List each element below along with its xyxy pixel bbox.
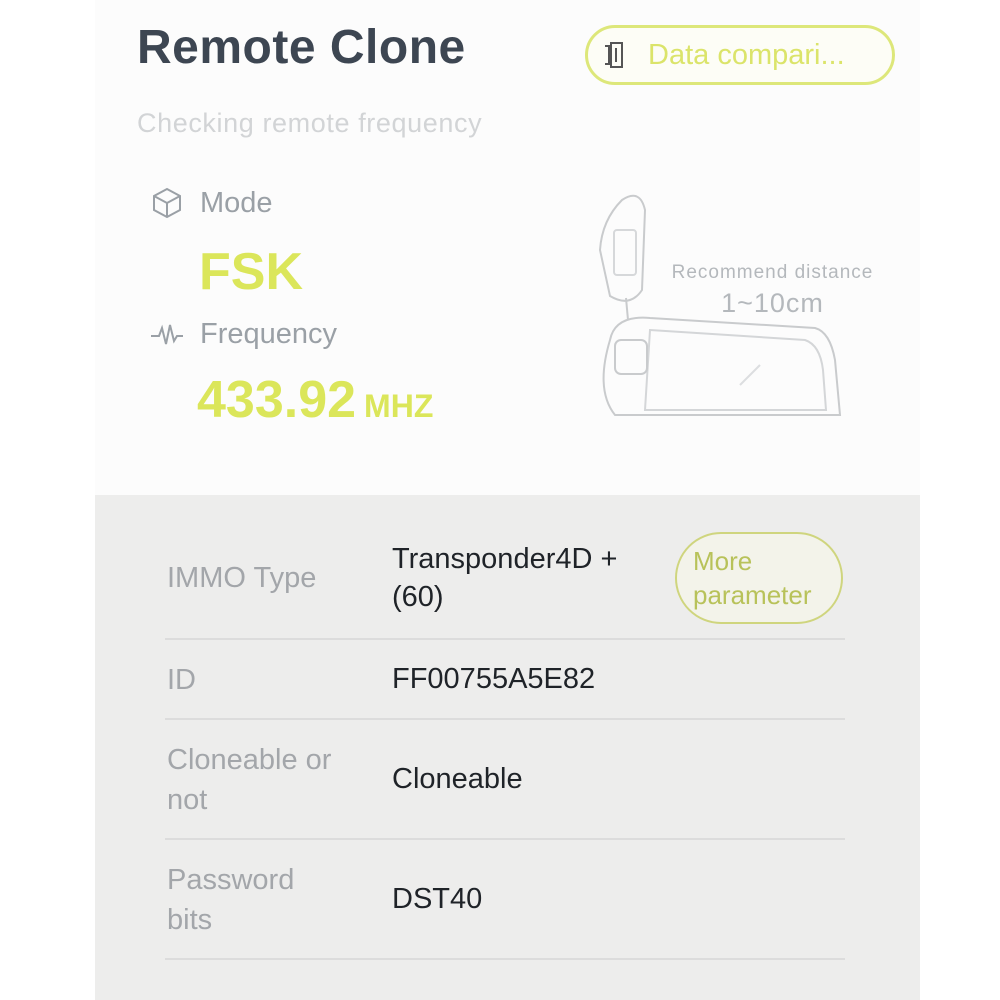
remote-clone-screen: Remote Clone Data compari... Checking re… xyxy=(95,0,920,1000)
info-value: DST40 xyxy=(392,883,483,915)
info-row-cloneable: Cloneable or not Cloneable xyxy=(165,720,845,840)
frequency-number: 433.92 xyxy=(197,371,357,429)
signal-card: Remote Clone Data compari... Checking re… xyxy=(95,0,920,495)
key-info-panel: IMMO Type Transponder4D +(60) More param… xyxy=(95,495,920,1000)
mode-value: FSK xyxy=(199,243,303,301)
frequency-value: 433.92 MHZ xyxy=(197,370,433,430)
info-value: Cloneable xyxy=(392,763,523,795)
recommend-distance-label: Recommend distance xyxy=(671,262,874,283)
more-parameter-button[interactable]: More parameter xyxy=(675,532,843,624)
page-title: Remote Clone xyxy=(137,21,466,74)
data-compare-button[interactable]: Data compari... xyxy=(585,25,895,85)
info-value: Transponder4D +(60) xyxy=(392,543,618,613)
info-row-id: ID FF00755A5E82 xyxy=(165,640,845,720)
frequency-label: Frequency xyxy=(200,318,338,350)
info-row-password-bits: Password bits DST40 xyxy=(165,840,845,960)
info-row-immo-type: IMMO Type Transponder4D +(60) More param… xyxy=(165,520,845,640)
info-value: FF00755A5E82 xyxy=(392,663,596,695)
cube-icon xyxy=(153,187,181,219)
frequency-row: Frequency xyxy=(150,318,337,351)
status-subtitle: Checking remote frequency xyxy=(137,108,483,138)
mode-label: Mode xyxy=(200,186,273,219)
recommend-distance-value: 1~10cm xyxy=(721,288,824,318)
info-key: Cloneable or not xyxy=(167,744,332,816)
sim-card-icon xyxy=(605,42,623,68)
mode-row: Mode xyxy=(150,186,273,220)
frequency-unit: MHZ xyxy=(364,388,434,424)
info-key: Password bits xyxy=(167,864,295,936)
info-key: ID xyxy=(167,664,196,696)
data-compare-label: Data compari... xyxy=(648,38,845,71)
waveform-icon xyxy=(151,324,183,344)
info-key: IMMO Type xyxy=(167,562,317,594)
